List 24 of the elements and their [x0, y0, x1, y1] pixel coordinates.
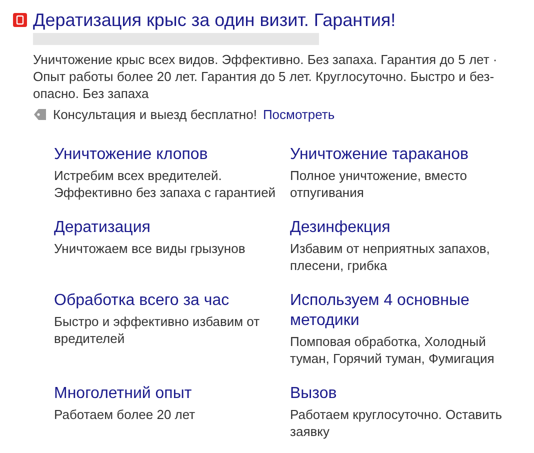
- sitelink-title[interactable]: Многолетний опыт: [54, 384, 192, 404]
- sitelink-description: Уничтожаем все виды грызунов: [54, 240, 246, 257]
- sitelink-description: Помповая обработка, Холодный туман, Горячий туман, Фумигация: [290, 333, 496, 367]
- description-line: Уничтожение крыс всех видов. Эффективно. Без запаха. Гарантия до 5 лет ·: [33, 51, 498, 68]
- favicon-icon: [13, 13, 27, 27]
- sitelink-description: Работаем круглосуточно. Оставить заявку: [290, 406, 504, 440]
- sitelink-title[interactable]: Уничтожение тараканов: [290, 145, 468, 165]
- sitelink-description: Быстро и эффективно избавим от вредителей: [54, 313, 261, 347]
- sitelink-description: Работаем более 20 лет: [54, 406, 196, 423]
- sitelink-title[interactable]: Уничтожение клопов: [54, 145, 208, 165]
- sitelink-title[interactable]: Вызов: [290, 384, 337, 404]
- tag-icon: [33, 108, 47, 121]
- sitelink-title[interactable]: Используем 4 основные методики: [290, 291, 516, 331]
- sitelink-title[interactable]: Обработка всего за час: [54, 291, 230, 311]
- promo-text: Консультация и выезд бесплатно!: [53, 106, 257, 123]
- sitelink-title[interactable]: Дератизация: [54, 218, 150, 238]
- description-line: опасно. Без запаха: [33, 85, 149, 102]
- sitelink-description: Избавим от неприятных запахов, плесени, грибка: [290, 240, 491, 274]
- promo-link[interactable]: Посмотреть: [262, 106, 335, 123]
- description-line: Опыт работы более 20 лет. Гарантия до 5 лет. Круглосуточно. Быстро и без-: [33, 68, 494, 85]
- sitelink-description: Полное уничтожение, вместо отпугивания: [290, 167, 468, 201]
- sitelink-description: Истребим всех вредителей. Эффективно без запаха с гарантией: [54, 167, 277, 201]
- sitelink-title[interactable]: Дезинфекция: [290, 218, 390, 238]
- ad-title-link[interactable]: Дератизация крыс за один визит. Гарантия!: [33, 9, 396, 31]
